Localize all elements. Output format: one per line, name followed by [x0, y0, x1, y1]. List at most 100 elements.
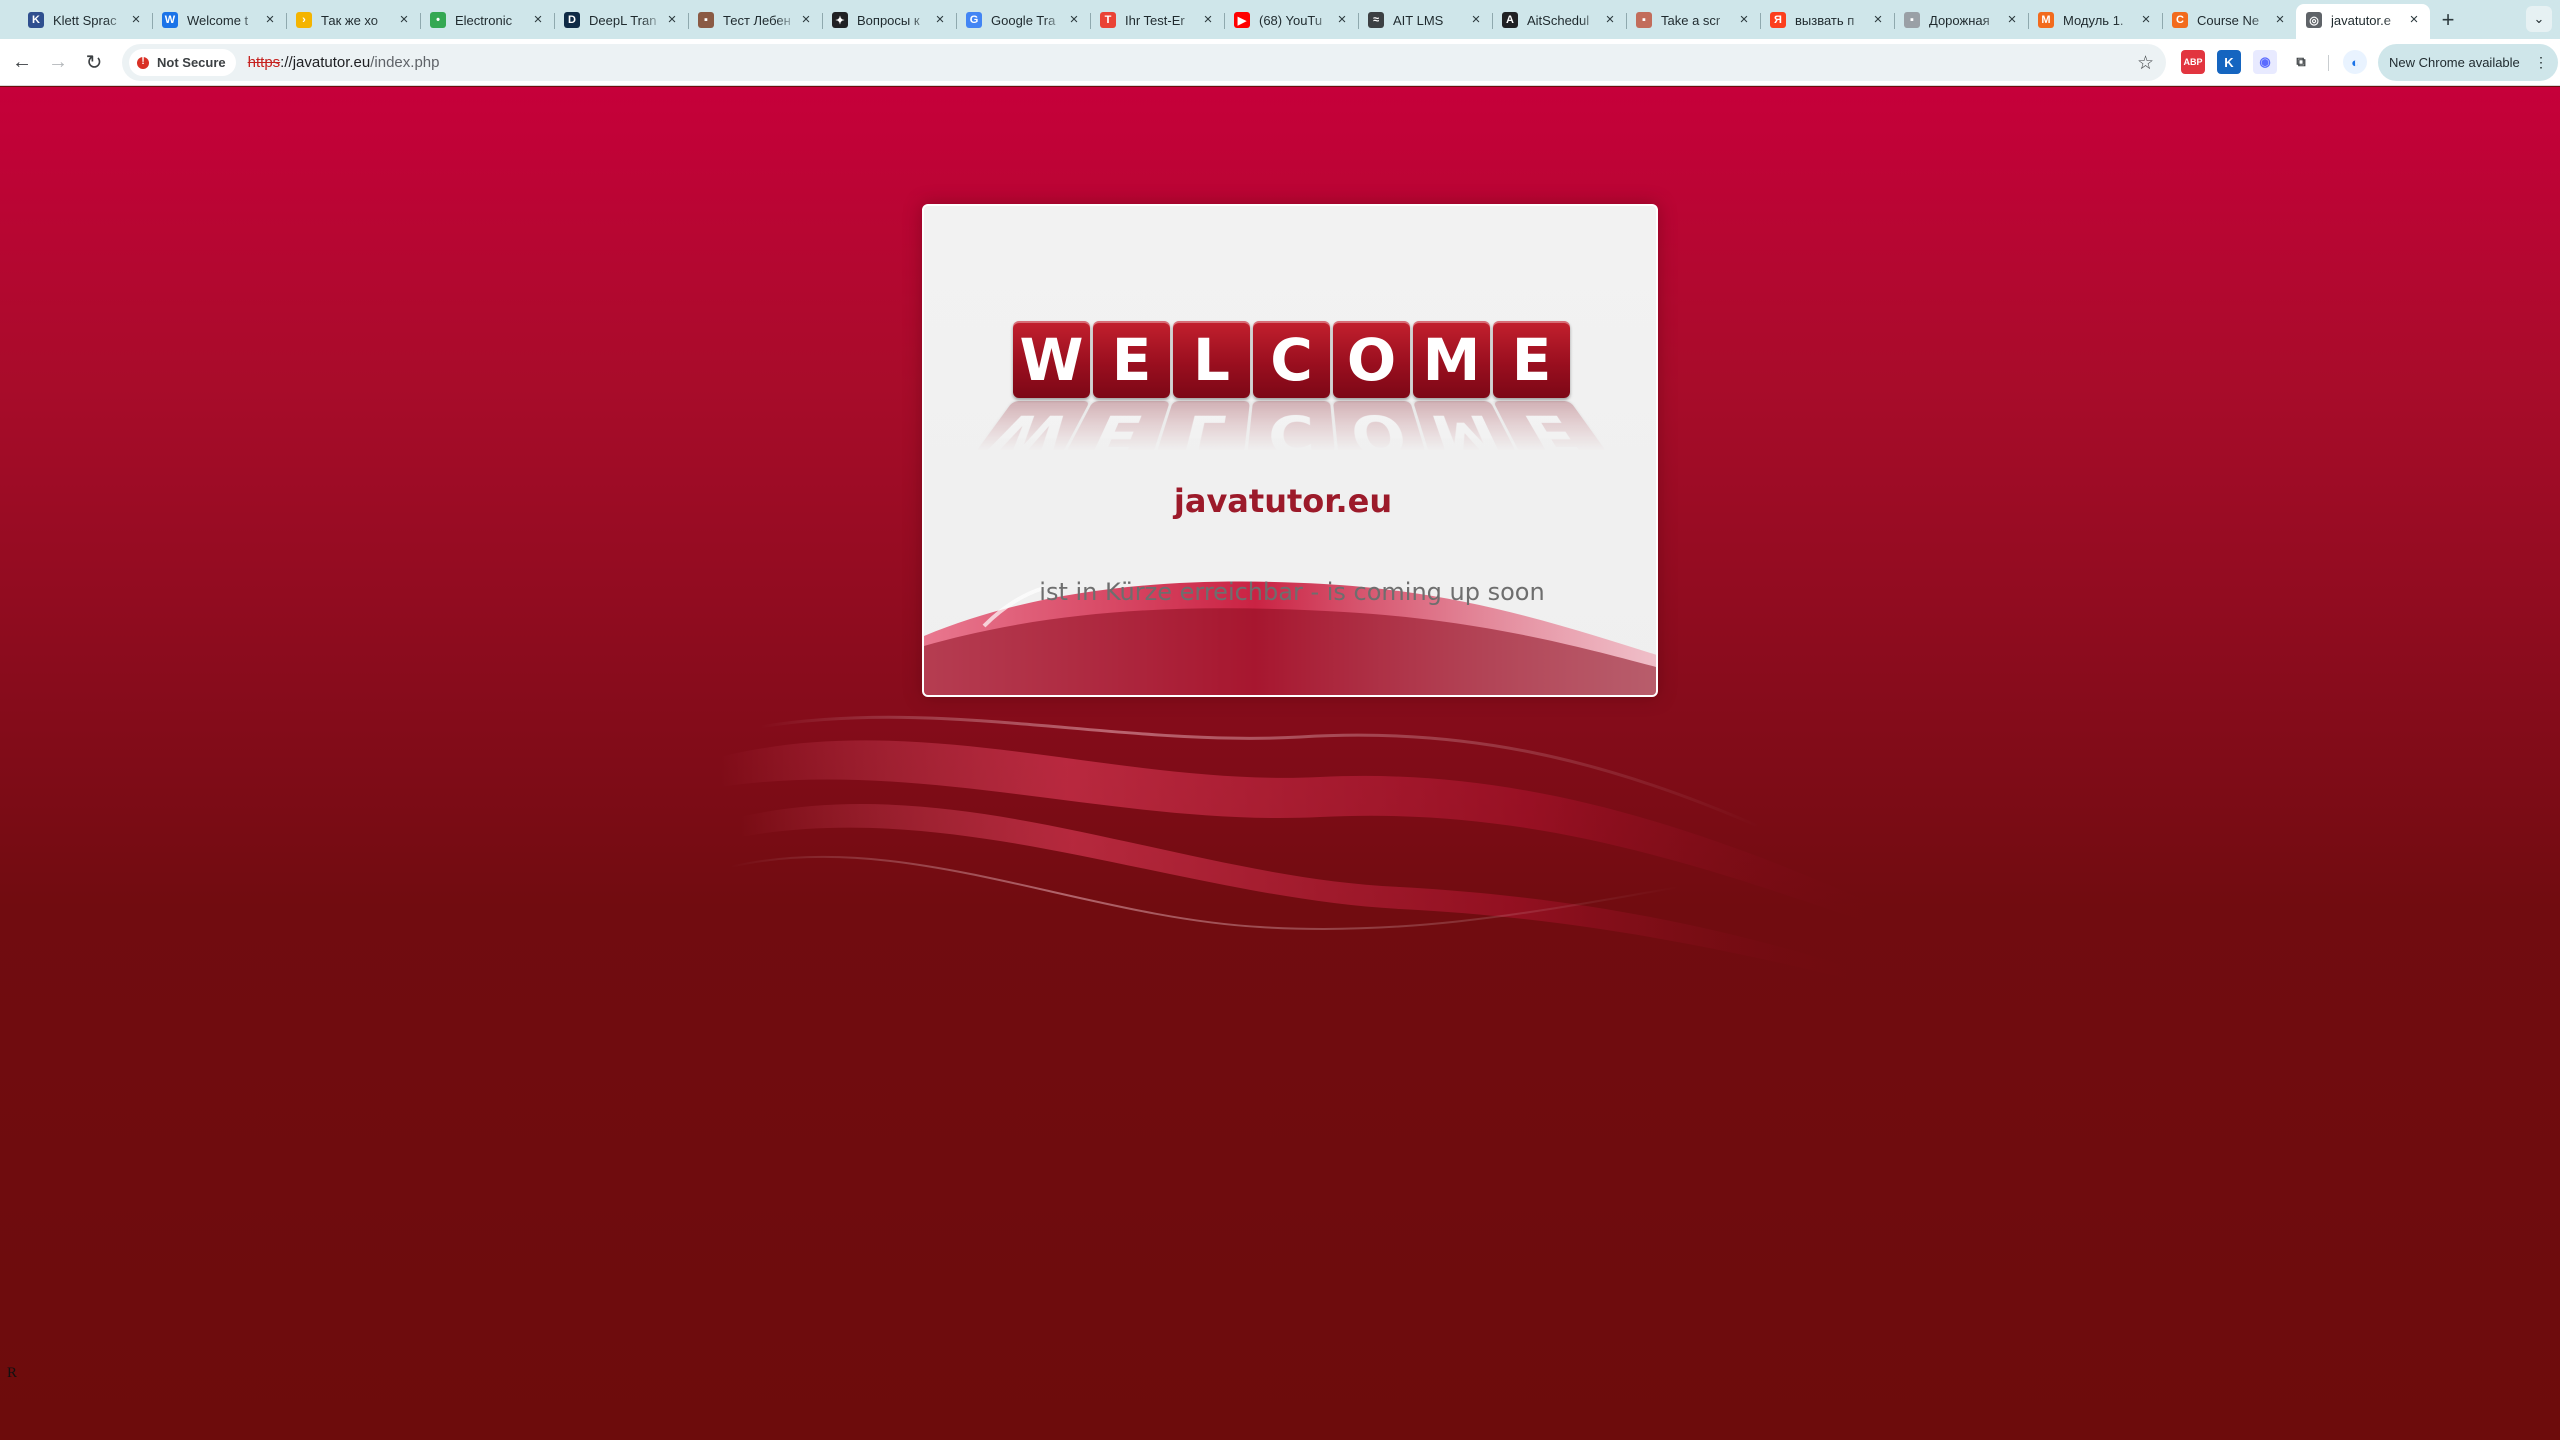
new-chrome-available-button[interactable]: New Chrome available ⋮	[2378, 44, 2558, 81]
puzzle-extensions-icon[interactable]: ⧉	[2289, 50, 2313, 74]
tab-title: (68) YouTu	[1259, 12, 1323, 28]
tab-title: DeepL Tran	[589, 12, 657, 28]
green-circle-icon: •	[430, 12, 446, 28]
doc-icon: ▪	[1904, 12, 1920, 28]
close-icon[interactable]: ×	[664, 12, 680, 28]
url-scheme: https	[247, 54, 281, 71]
browser-tab[interactable]: G Google Tra ×	[956, 4, 1090, 36]
url-separator: ://	[280, 54, 293, 71]
welcome-letter-tile: W	[1013, 321, 1090, 398]
k-extension-icon[interactable]: K	[2217, 50, 2241, 74]
test-icon: T	[1100, 12, 1116, 28]
close-icon[interactable]: ×	[1334, 12, 1350, 28]
close-icon[interactable]: ×	[2004, 12, 2020, 28]
address-bar[interactable]: Not Secure https://javatutor.eu/index.ph…	[122, 44, 2166, 81]
close-icon[interactable]: ×	[1066, 12, 1082, 28]
browser-tab[interactable]: ▪ Тест Лебен ×	[688, 4, 822, 36]
back-arrow-icon: ←	[12, 50, 32, 73]
security-chip[interactable]: Not Secure	[129, 49, 236, 76]
arrow-icon: ›	[296, 12, 312, 28]
globe-icon: ◎	[2306, 12, 2322, 28]
close-icon[interactable]: ×	[1736, 12, 1752, 28]
back-button[interactable]: ←	[4, 44, 40, 80]
browser-tab[interactable]: D DeepL Tran ×	[554, 4, 688, 36]
url-path: /index.php	[370, 54, 440, 71]
tab-strip: K Klett Sprac × W Welcome t × › Так же хо × • Elec…	[0, 0, 2560, 39]
yandex-icon: Я	[1770, 12, 1786, 28]
bookmark-star-icon[interactable]: ☆	[2137, 52, 2154, 75]
browser-tab[interactable]: M Модуль 1. ×	[2028, 4, 2162, 36]
close-icon[interactable]: ×	[2272, 12, 2288, 28]
welcome-letter-tile: O	[1333, 321, 1410, 398]
page-viewport: WELCOME WELCOME javatutor.eu ist in Kürz…	[0, 87, 2560, 1440]
ait-icon: ≈	[1368, 12, 1384, 28]
kebab-menu-icon[interactable]: ⋮	[2534, 54, 2548, 71]
browser-tab[interactable]: ≈ AIT LMS ×	[1358, 4, 1492, 36]
tab-title: Модуль 1.	[2063, 12, 2124, 28]
course-icon: C	[2172, 12, 2188, 28]
site-name: javatutor.eu	[1173, 482, 1393, 520]
adblock-icon[interactable]: ABP	[2181, 50, 2205, 74]
welcome-letter-tile: E	[1493, 321, 1570, 398]
close-icon[interactable]: ×	[396, 12, 412, 28]
browser-tab[interactable]: K Klett Sprac ×	[18, 4, 152, 36]
tab-title: Тест Лебен	[723, 12, 791, 28]
browser-tab[interactable]: ▶ (68) YouTu ×	[1224, 4, 1358, 36]
close-icon[interactable]: ×	[1200, 12, 1216, 28]
welcome-letter-reflection: C	[1245, 401, 1337, 466]
klett-icon: K	[28, 12, 44, 28]
welcome-letter-tile: M	[1413, 321, 1490, 398]
welcome-reflection: WELCOME	[944, 401, 1645, 466]
close-icon[interactable]: ×	[530, 12, 546, 28]
close-icon[interactable]: ×	[128, 12, 144, 28]
close-icon[interactable]: ×	[932, 12, 948, 28]
browser-tab[interactable]: ✦ Вопросы к ×	[822, 4, 956, 36]
warning-icon	[137, 56, 149, 69]
tab-title: Course Ne	[2197, 12, 2260, 28]
forward-button[interactable]: →	[40, 44, 76, 80]
browser-tab[interactable]: ▪ Take a scr ×	[1626, 4, 1760, 36]
deepl-icon: D	[564, 12, 580, 28]
url-text[interactable]: https://javatutor.eu/index.php	[248, 54, 440, 71]
tab-title: Вопросы к	[857, 12, 920, 28]
welcome-card: WELCOME WELCOME javatutor.eu ist in Kürz…	[922, 204, 1658, 697]
profile-avatar-icon[interactable]: ◐	[2343, 50, 2367, 74]
browser-tab[interactable]: C Course Ne ×	[2162, 4, 2296, 36]
google-translate-icon: G	[966, 12, 982, 28]
tab-title: javatutor.e	[2331, 12, 2391, 28]
close-icon[interactable]: ×	[798, 12, 814, 28]
a-icon: A	[1502, 12, 1518, 28]
browser-tab[interactable]: A AitSchedul ×	[1492, 4, 1626, 36]
welcome-letter-tile: C	[1253, 321, 1330, 398]
browser-tab[interactable]: W Welcome t ×	[152, 4, 286, 36]
screenshot-icon: ▪	[1636, 12, 1652, 28]
close-icon[interactable]: ×	[262, 12, 278, 28]
tab-search-button[interactable]: ⌄	[2526, 6, 2552, 32]
url-host: javatutor.eu	[292, 54, 371, 71]
tab-title: Klett Sprac	[53, 12, 117, 28]
flag-icon: ▪	[698, 12, 714, 28]
tab-title: AIT LMS	[1393, 12, 1444, 28]
security-label: Not Secure	[157, 55, 226, 70]
reload-icon: ↻	[85, 51, 103, 74]
browser-tab[interactable]: ▪ Дорожная ×	[1894, 4, 2028, 36]
screen-capture-icon[interactable]: ◉	[2253, 50, 2277, 74]
tab-title: Welcome t	[187, 12, 249, 28]
close-icon[interactable]: ×	[2138, 12, 2154, 28]
welcome-letter-tile: L	[1173, 321, 1250, 398]
close-icon[interactable]: ×	[1602, 12, 1618, 28]
new-tab-button[interactable]: +	[2430, 4, 2466, 36]
browser-tab[interactable]: T Ihr Test-Er ×	[1090, 4, 1224, 36]
browser-tab[interactable]: Явызвать п ×	[1760, 4, 1894, 36]
browser-tab[interactable]: • Electronic ×	[420, 4, 554, 36]
close-icon[interactable]: ×	[2406, 12, 2422, 28]
tab-title: вызвать п	[1795, 12, 1855, 28]
reload-button[interactable]: ↻	[76, 44, 112, 80]
browser-tab[interactable]: › Так же хо ×	[286, 4, 420, 36]
chevron-down-icon: ⌄	[2533, 11, 2545, 26]
close-icon[interactable]: ×	[1468, 12, 1484, 28]
close-icon[interactable]: ×	[1870, 12, 1886, 28]
browser-tab[interactable]: ◎ javatutor.e ×	[2296, 4, 2430, 39]
module-icon: M	[2038, 12, 2054, 28]
openai-icon: ✦	[832, 12, 848, 28]
